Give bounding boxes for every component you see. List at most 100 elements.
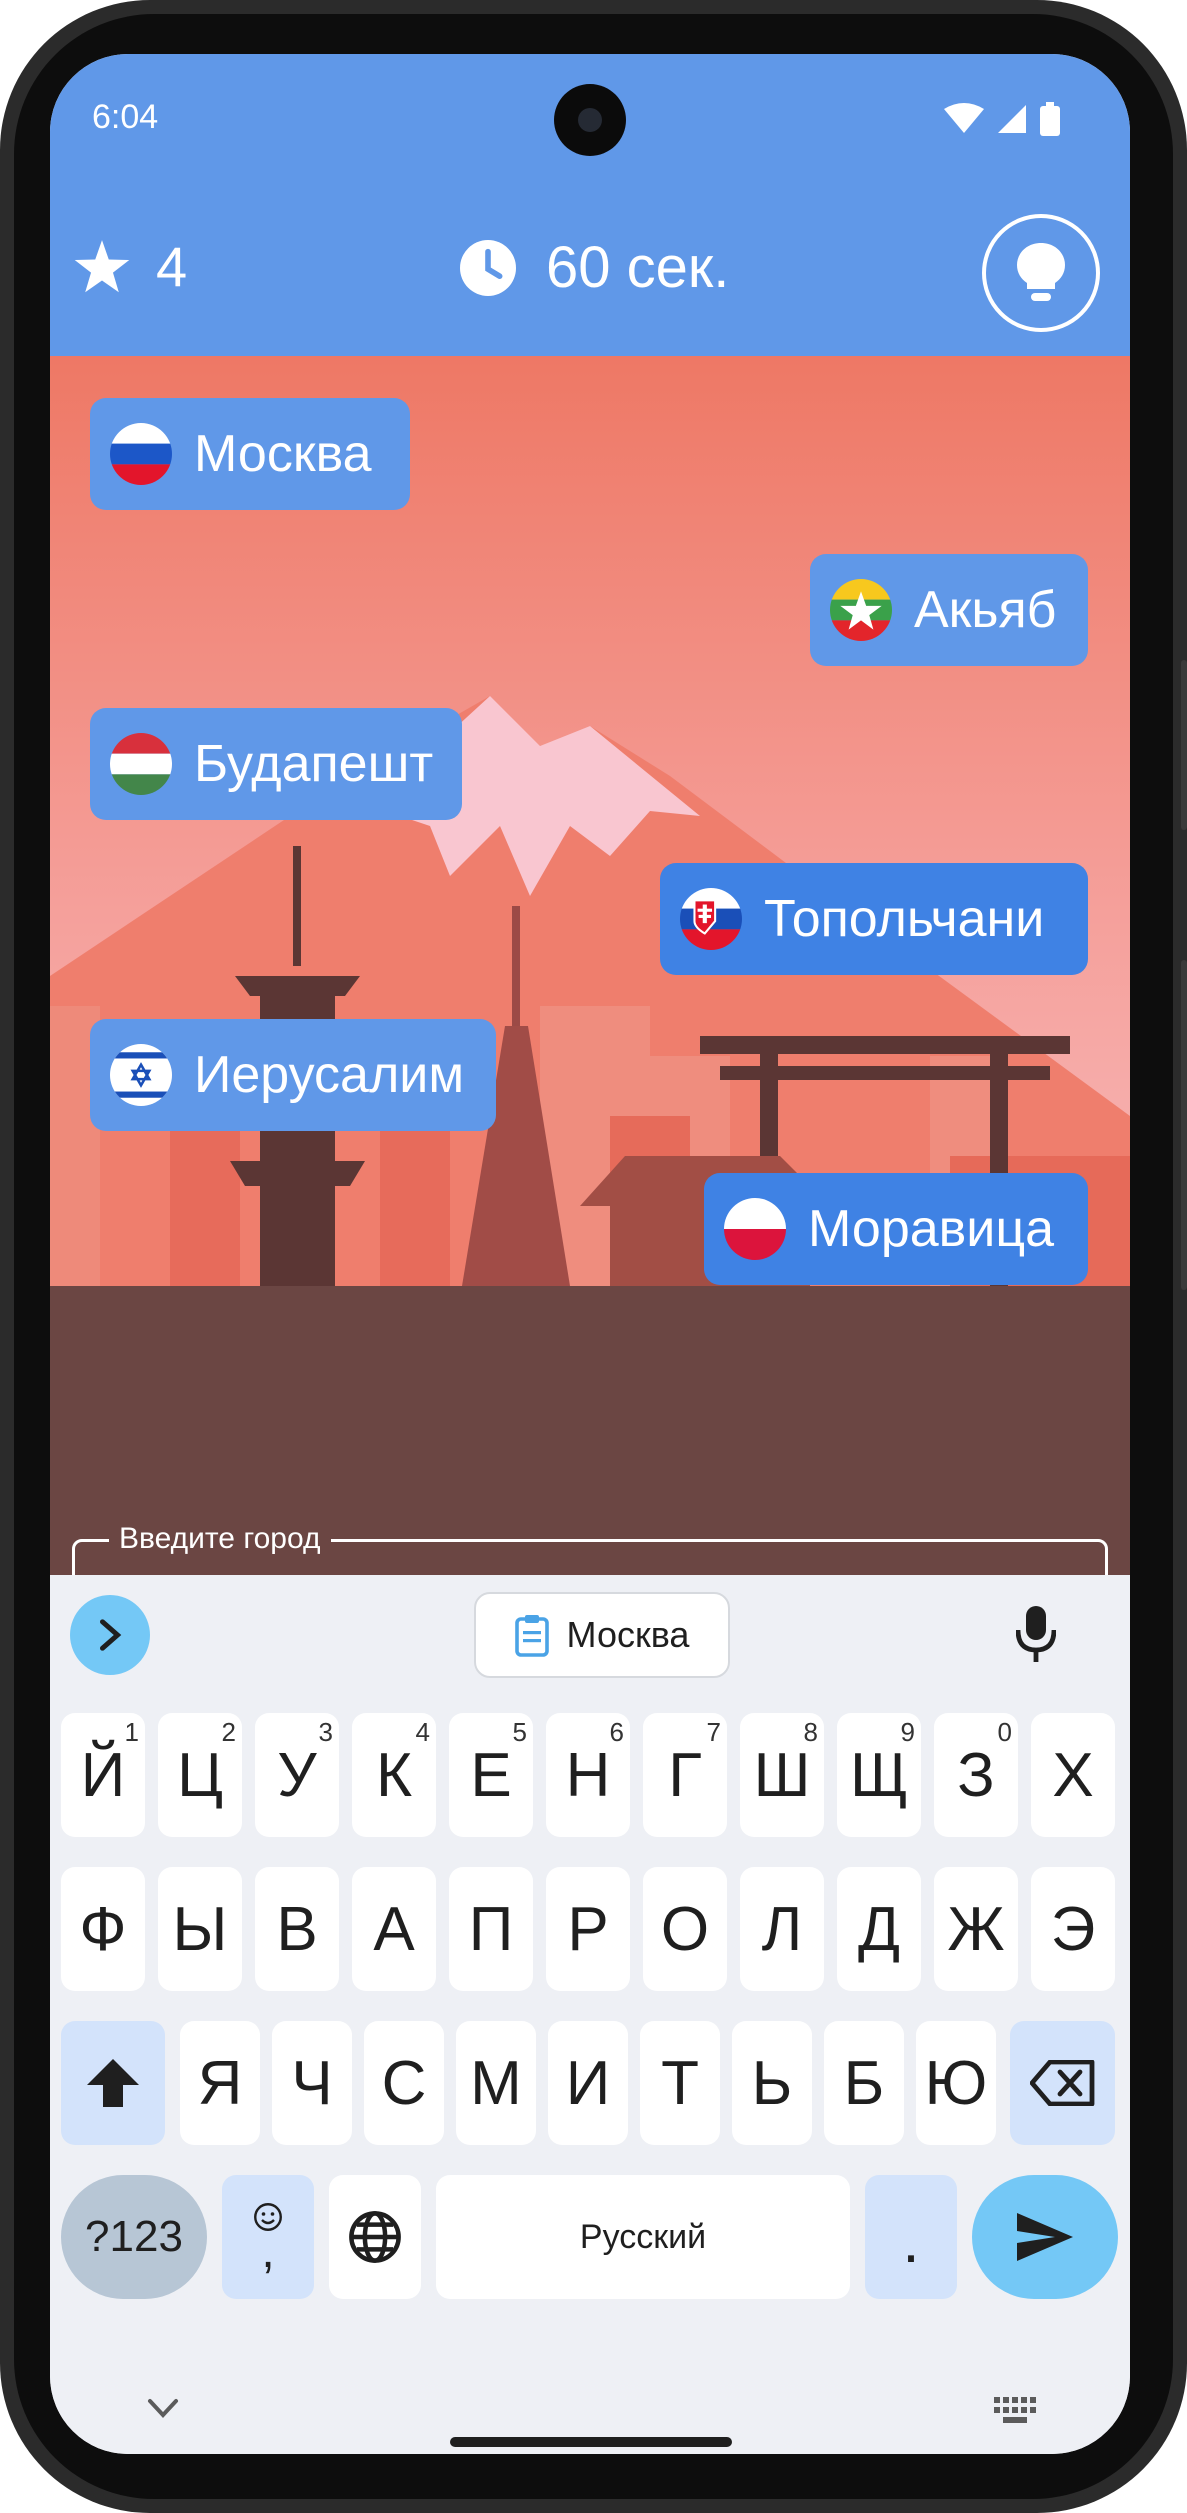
city-chip-moskva: Москва [90,398,410,510]
key-number: 9 [900,1717,915,1747]
hide-keyboard-icon[interactable] [146,2397,180,2419]
city-chip-moravitsa: Моравица [704,1173,1088,1285]
key-p[interactable]: П [449,1867,533,1991]
hint-button[interactable] [982,214,1100,332]
key-label: Ц [177,1740,223,1810]
symbols-key[interactable]: ?123 [61,2175,207,2299]
key-s[interactable]: С [364,2021,444,2145]
israel-flag-icon [110,1044,172,1106]
power-button [1181,660,1187,830]
timer-display: 60 сек. [460,234,729,301]
key-label: У [277,1740,317,1810]
score-display: 4 [74,234,187,299]
wifi-icon [944,103,984,133]
city-input-label: Введите город [109,1522,331,1556]
key-soft-sign[interactable]: Ь [732,2021,812,2145]
key-number: 8 [803,1717,818,1747]
city-name: Топольчани [764,890,1045,948]
clipboard-suggestion[interactable]: Москва [474,1592,730,1678]
key-a[interactable]: А [352,1867,436,1991]
key-yu[interactable]: Ю [916,2021,996,2145]
russia-flag-icon [110,423,172,485]
top-bar: 6:04 4 60 сек. [50,54,1130,356]
key-number: 6 [609,1717,624,1747]
city-chip-topolchany: Топольчани [660,863,1088,975]
shift-icon [87,2059,139,2107]
key-label: К [375,1740,413,1810]
city-name: Москва [194,425,372,483]
key-e[interactable]: Е5 [449,1713,533,1837]
volume-button [1181,960,1187,1290]
toolbar-expand-button[interactable] [70,1595,150,1675]
key-label: Х [1052,1740,1094,1810]
key-label: Ш [753,1740,811,1810]
language-key[interactable] [329,2175,421,2299]
clock-icon [460,239,516,296]
key-number: 3 [318,1717,333,1747]
city-input-box[interactable]: Введите город [72,1522,1108,1575]
star-icon [74,239,130,292]
send-key[interactable] [972,2175,1118,2299]
city-name: Иерусалим [194,1046,465,1104]
game-area: Москва Акьяб Будапешт Топольчани Иерусал… [50,356,1130,1575]
key-m[interactable]: М [456,2021,536,2145]
key-y-short[interactable]: Й1 [61,1713,145,1837]
key-v[interactable]: В [255,1867,339,1991]
key-label: Щ [849,1740,909,1810]
key-label: Е [470,1740,512,1810]
key-shch[interactable]: Щ9 [837,1713,921,1837]
chevron-right-icon [99,1619,122,1651]
key-label: З [957,1740,995,1810]
key-ch[interactable]: Ч [272,2021,352,2145]
key-number: 7 [706,1717,721,1747]
key-e-reverse[interactable]: Э [1031,1867,1115,1991]
slovakia-flag-icon [680,888,742,950]
key-kh[interactable]: Х [1031,1713,1115,1837]
keyboard: Москва Й1 Ц2 У3 К4 Е5 Н6 Г7 Ш8 Щ9 З0 Х Ф… [50,1575,1130,2454]
home-indicator[interactable] [450,2437,732,2447]
suggestion-text: Москва [566,1614,690,1655]
emoji-comma-key[interactable]: , [222,2175,314,2299]
key-d[interactable]: Д [837,1867,921,1991]
key-y[interactable]: Ы [158,1867,242,1991]
keyboard-switch-icon[interactable] [994,2397,1036,2423]
city-name: Моравица [808,1200,1055,1258]
lightbulb-icon [1017,243,1065,301]
shift-key[interactable] [61,2021,165,2145]
key-t[interactable]: Т [640,2021,720,2145]
backspace-key[interactable] [1010,2021,1115,2145]
key-r[interactable]: Р [546,1867,630,1991]
backspace-icon [1029,2060,1094,2106]
key-z[interactable]: З0 [934,1713,1018,1837]
key-number: 1 [124,1717,139,1747]
key-ya[interactable]: Я [180,2021,260,2145]
key-k[interactable]: К4 [352,1713,436,1837]
score-value: 4 [156,235,188,298]
timer-value: 60 сек. [546,235,730,300]
city-chip-akyab: Акьяб [810,554,1088,666]
front-camera [554,84,626,156]
city-chip-budapesht: Будапешт [90,708,462,820]
status-time: 6:04 [92,98,159,136]
phone-frame: 6:04 4 60 сек. Москва Акьяб Будапешт Топ… [0,0,1187,2513]
myanmar-flag-icon [830,579,892,641]
key-g[interactable]: Г7 [643,1713,727,1837]
space-key[interactable]: Русский [436,2175,850,2299]
key-zh[interactable]: Ж [934,1867,1018,1991]
key-number: 4 [415,1717,430,1747]
key-f[interactable]: Ф [61,1867,145,1991]
key-o[interactable]: О [643,1867,727,1991]
key-ts[interactable]: Ц2 [158,1713,242,1837]
key-l[interactable]: Л [740,1867,824,1991]
key-b[interactable]: Б [824,2021,904,2145]
period-key[interactable]: . [865,2175,957,2299]
key-u[interactable]: У3 [255,1713,339,1837]
key-sh[interactable]: Ш8 [740,1713,824,1837]
keyboard-mic-icon[interactable] [1016,1605,1056,1663]
key-n[interactable]: Н6 [546,1713,630,1837]
send-icon [1017,2213,1073,2261]
status-icons [944,102,1060,136]
key-i[interactable]: И [548,2021,628,2145]
key-label: Н [565,1740,611,1810]
battery-icon [1040,102,1060,136]
